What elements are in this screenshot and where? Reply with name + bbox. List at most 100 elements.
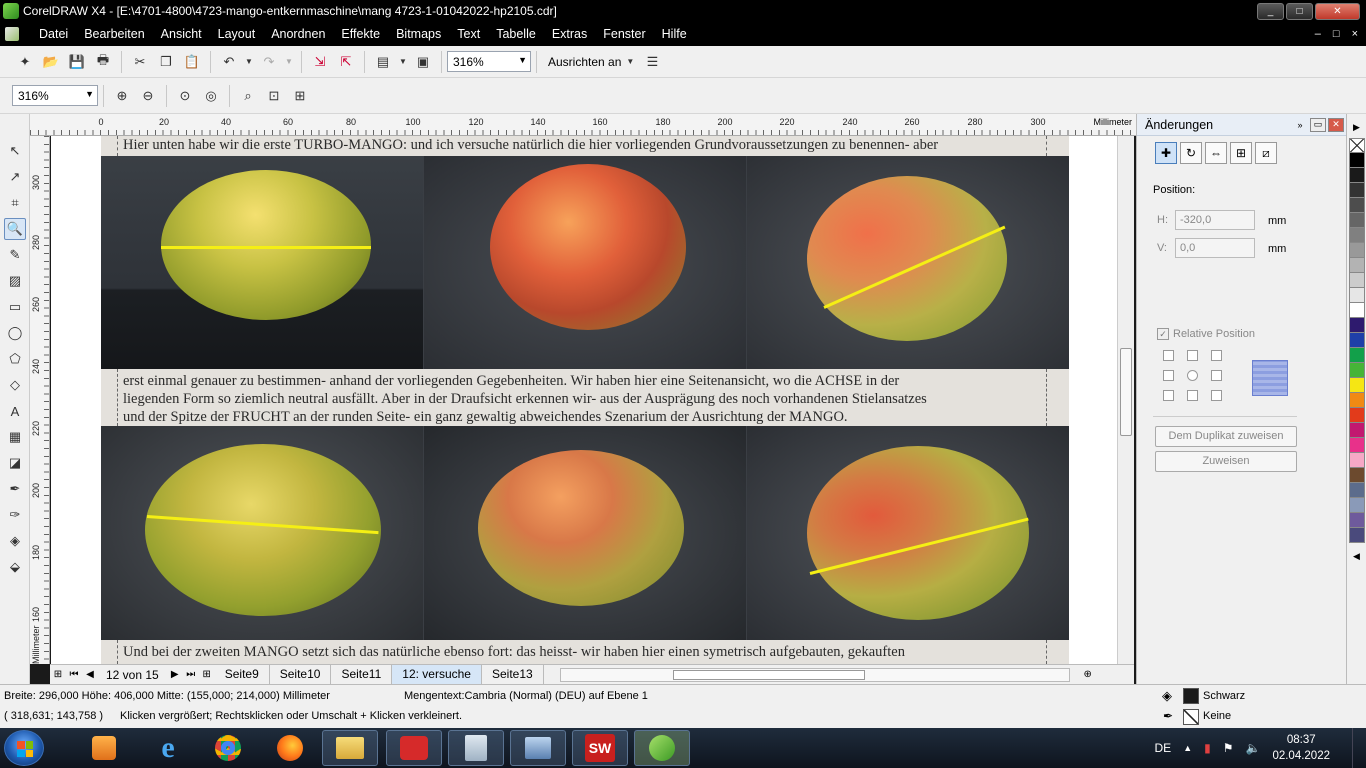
color-swatch[interactable]: [1349, 333, 1365, 348]
snap-dropdown-icon[interactable]: ▼: [623, 51, 637, 73]
interactive-blend-tool-icon[interactable]: ◪: [4, 452, 26, 474]
color-swatch[interactable]: [1349, 183, 1365, 198]
doc-minimize-button[interactable]: –: [1315, 28, 1321, 40]
menu-extras[interactable]: Extras: [544, 22, 595, 46]
vertical-scrollbar[interactable]: [1117, 136, 1134, 664]
basic-shapes-tool-icon[interactable]: ◇: [4, 374, 26, 396]
docker-close-icon[interactable]: ✕: [1328, 117, 1344, 132]
coreldraw-taskbar-icon[interactable]: [634, 730, 690, 766]
color-swatch[interactable]: [1349, 198, 1365, 213]
minimize-button[interactable]: _: [1257, 2, 1284, 20]
firefox-icon[interactable]: [262, 730, 318, 766]
media-player-icon[interactable]: [76, 730, 132, 766]
save-icon[interactable]: 💾: [66, 51, 88, 73]
color-swatch[interactable]: [1349, 213, 1365, 228]
open-folder-icon[interactable]: 📂: [40, 51, 62, 73]
text-block-bottom[interactable]: Und bei der zweiten MANGO setzt sich das…: [101, 640, 1069, 664]
menu-effekte[interactable]: Effekte: [333, 22, 388, 46]
close-button[interactable]: ✕: [1315, 2, 1360, 20]
menu-fenster[interactable]: Fenster: [595, 22, 653, 46]
menu-bitmaps[interactable]: Bitmaps: [388, 22, 449, 46]
color-swatch[interactable]: [1349, 528, 1365, 543]
undo-dropdown-icon[interactable]: ▼: [244, 51, 254, 73]
vertical-scroll-thumb[interactable]: [1120, 348, 1132, 436]
start-button[interactable]: [4, 730, 44, 766]
zoom-out-icon[interactable]: ⊖: [137, 85, 159, 107]
page-tab[interactable]: Seite10: [270, 665, 332, 684]
apply-to-duplicate-button[interactable]: Dem Duplikat zuweisen: [1155, 426, 1297, 447]
color-swatch[interactable]: [1349, 273, 1365, 288]
vertical-ruler[interactable]: 300 280 260 240 220 200 180 160 Millimet…: [30, 136, 50, 664]
page-tab[interactable]: Seite9: [215, 665, 270, 684]
color-swatch[interactable]: [1349, 303, 1365, 318]
color-swatch[interactable]: [1349, 363, 1365, 378]
color-swatch[interactable]: [1349, 483, 1365, 498]
page-tab-active[interactable]: 12: versuche: [392, 665, 482, 684]
eyedropper-tool-icon[interactable]: ✒: [4, 478, 26, 500]
palette-scroll-up-icon[interactable]: ▶: [1347, 114, 1366, 138]
show-desktop-button[interactable]: [1352, 728, 1366, 768]
maximize-button[interactable]: □: [1286, 2, 1313, 20]
export-icon[interactable]: ⇱: [335, 51, 357, 73]
add-page-before-icon[interactable]: ⊞: [50, 669, 66, 680]
zoom-to-page-width-icon[interactable]: ⊡: [263, 85, 285, 107]
menu-hilfe[interactable]: Hilfe: [654, 22, 695, 46]
paste-icon[interactable]: 📋: [181, 51, 203, 73]
color-swatch[interactable]: [1349, 168, 1365, 183]
color-swatch[interactable]: [1349, 408, 1365, 423]
zoom-levels-combo[interactable]: 316% ▼: [12, 85, 98, 106]
mango-photo-5[interactable]: [424, 426, 746, 640]
zoom-to-page-icon[interactable]: ⌕: [237, 85, 259, 107]
first-page-icon[interactable]: ⏮: [66, 669, 82, 680]
zoom-tool-icon[interactable]: 🔍: [4, 218, 26, 240]
anchor-bottom-right[interactable]: [1211, 390, 1222, 401]
zoom-to-selected-icon[interactable]: ⊙: [174, 85, 196, 107]
undo-icon[interactable]: ↶: [218, 51, 240, 73]
document-page[interactable]: Hier unten habe wir die erste TURBO-MANG…: [101, 136, 1069, 664]
crop-tool-icon[interactable]: ⌗: [4, 192, 26, 214]
next-page-icon[interactable]: ▶: [167, 669, 183, 680]
ellipse-tool-icon[interactable]: ◯: [4, 322, 26, 344]
scale-mirror-icon[interactable]: ⇔: [1205, 142, 1227, 164]
menu-anordnen[interactable]: Anordnen: [263, 22, 333, 46]
h-position-field[interactable]: -320,0: [1175, 210, 1255, 230]
anchor-center[interactable]: [1187, 370, 1198, 381]
network-signal-icon[interactable]: ▮: [1204, 741, 1211, 755]
color-swatch[interactable]: [1349, 153, 1365, 168]
color-swatch[interactable]: [1349, 468, 1365, 483]
interactive-fill-tool-icon[interactable]: ⬙: [4, 556, 26, 578]
relative-position-checkbox[interactable]: ✓: [1157, 328, 1169, 340]
horizontal-ruler[interactable]: 0 20 40 60 80 100 120 140 160 180 200 22…: [30, 114, 1136, 136]
volume-icon[interactable]: 🔈: [1245, 741, 1260, 755]
doc-restore-button[interactable]: □: [1333, 28, 1340, 40]
rectangle-tool-icon[interactable]: ▭: [4, 296, 26, 318]
copy-icon[interactable]: ❐: [155, 51, 177, 73]
color-swatch[interactable]: [1349, 513, 1365, 528]
menu-datei[interactable]: Datei: [31, 22, 76, 46]
print-icon[interactable]: 🖶: [92, 51, 114, 73]
cut-icon[interactable]: ✂: [129, 51, 151, 73]
position-icon[interactable]: ✚: [1155, 142, 1177, 164]
zoom-to-page-height-icon[interactable]: ⊞: [289, 85, 311, 107]
outline-color-swatch[interactable]: [1183, 709, 1199, 725]
v-position-field[interactable]: 0,0: [1175, 238, 1255, 258]
outline-tool-icon[interactable]: ✑: [4, 504, 26, 526]
doc-close-button[interactable]: ×: [1352, 28, 1358, 40]
anchor-top-left[interactable]: [1163, 350, 1174, 361]
polygon-tool-icon[interactable]: ⬠: [4, 348, 26, 370]
menu-layout[interactable]: Layout: [210, 22, 264, 46]
redo-dropdown-icon[interactable]: ▼: [284, 51, 294, 73]
fill-tool-icon[interactable]: ◈: [4, 530, 26, 552]
color-swatch[interactable]: [1349, 348, 1365, 363]
mango-photo-2[interactable]: [424, 156, 746, 369]
new-document-icon[interactable]: ✦: [14, 51, 36, 73]
menu-tabelle[interactable]: Tabelle: [488, 22, 544, 46]
freehand-tool-icon[interactable]: ✎: [4, 244, 26, 266]
page-tab[interactable]: Seite11: [331, 665, 393, 684]
clock[interactable]: 08:37 02.04.2022: [1272, 732, 1330, 764]
snap-to-button[interactable]: Ausrichten an: [548, 55, 621, 69]
color-swatch[interactable]: [1349, 243, 1365, 258]
menu-text[interactable]: Text: [449, 22, 488, 46]
size-icon[interactable]: ⊞: [1230, 142, 1252, 164]
mango-photo-4[interactable]: [101, 426, 423, 640]
